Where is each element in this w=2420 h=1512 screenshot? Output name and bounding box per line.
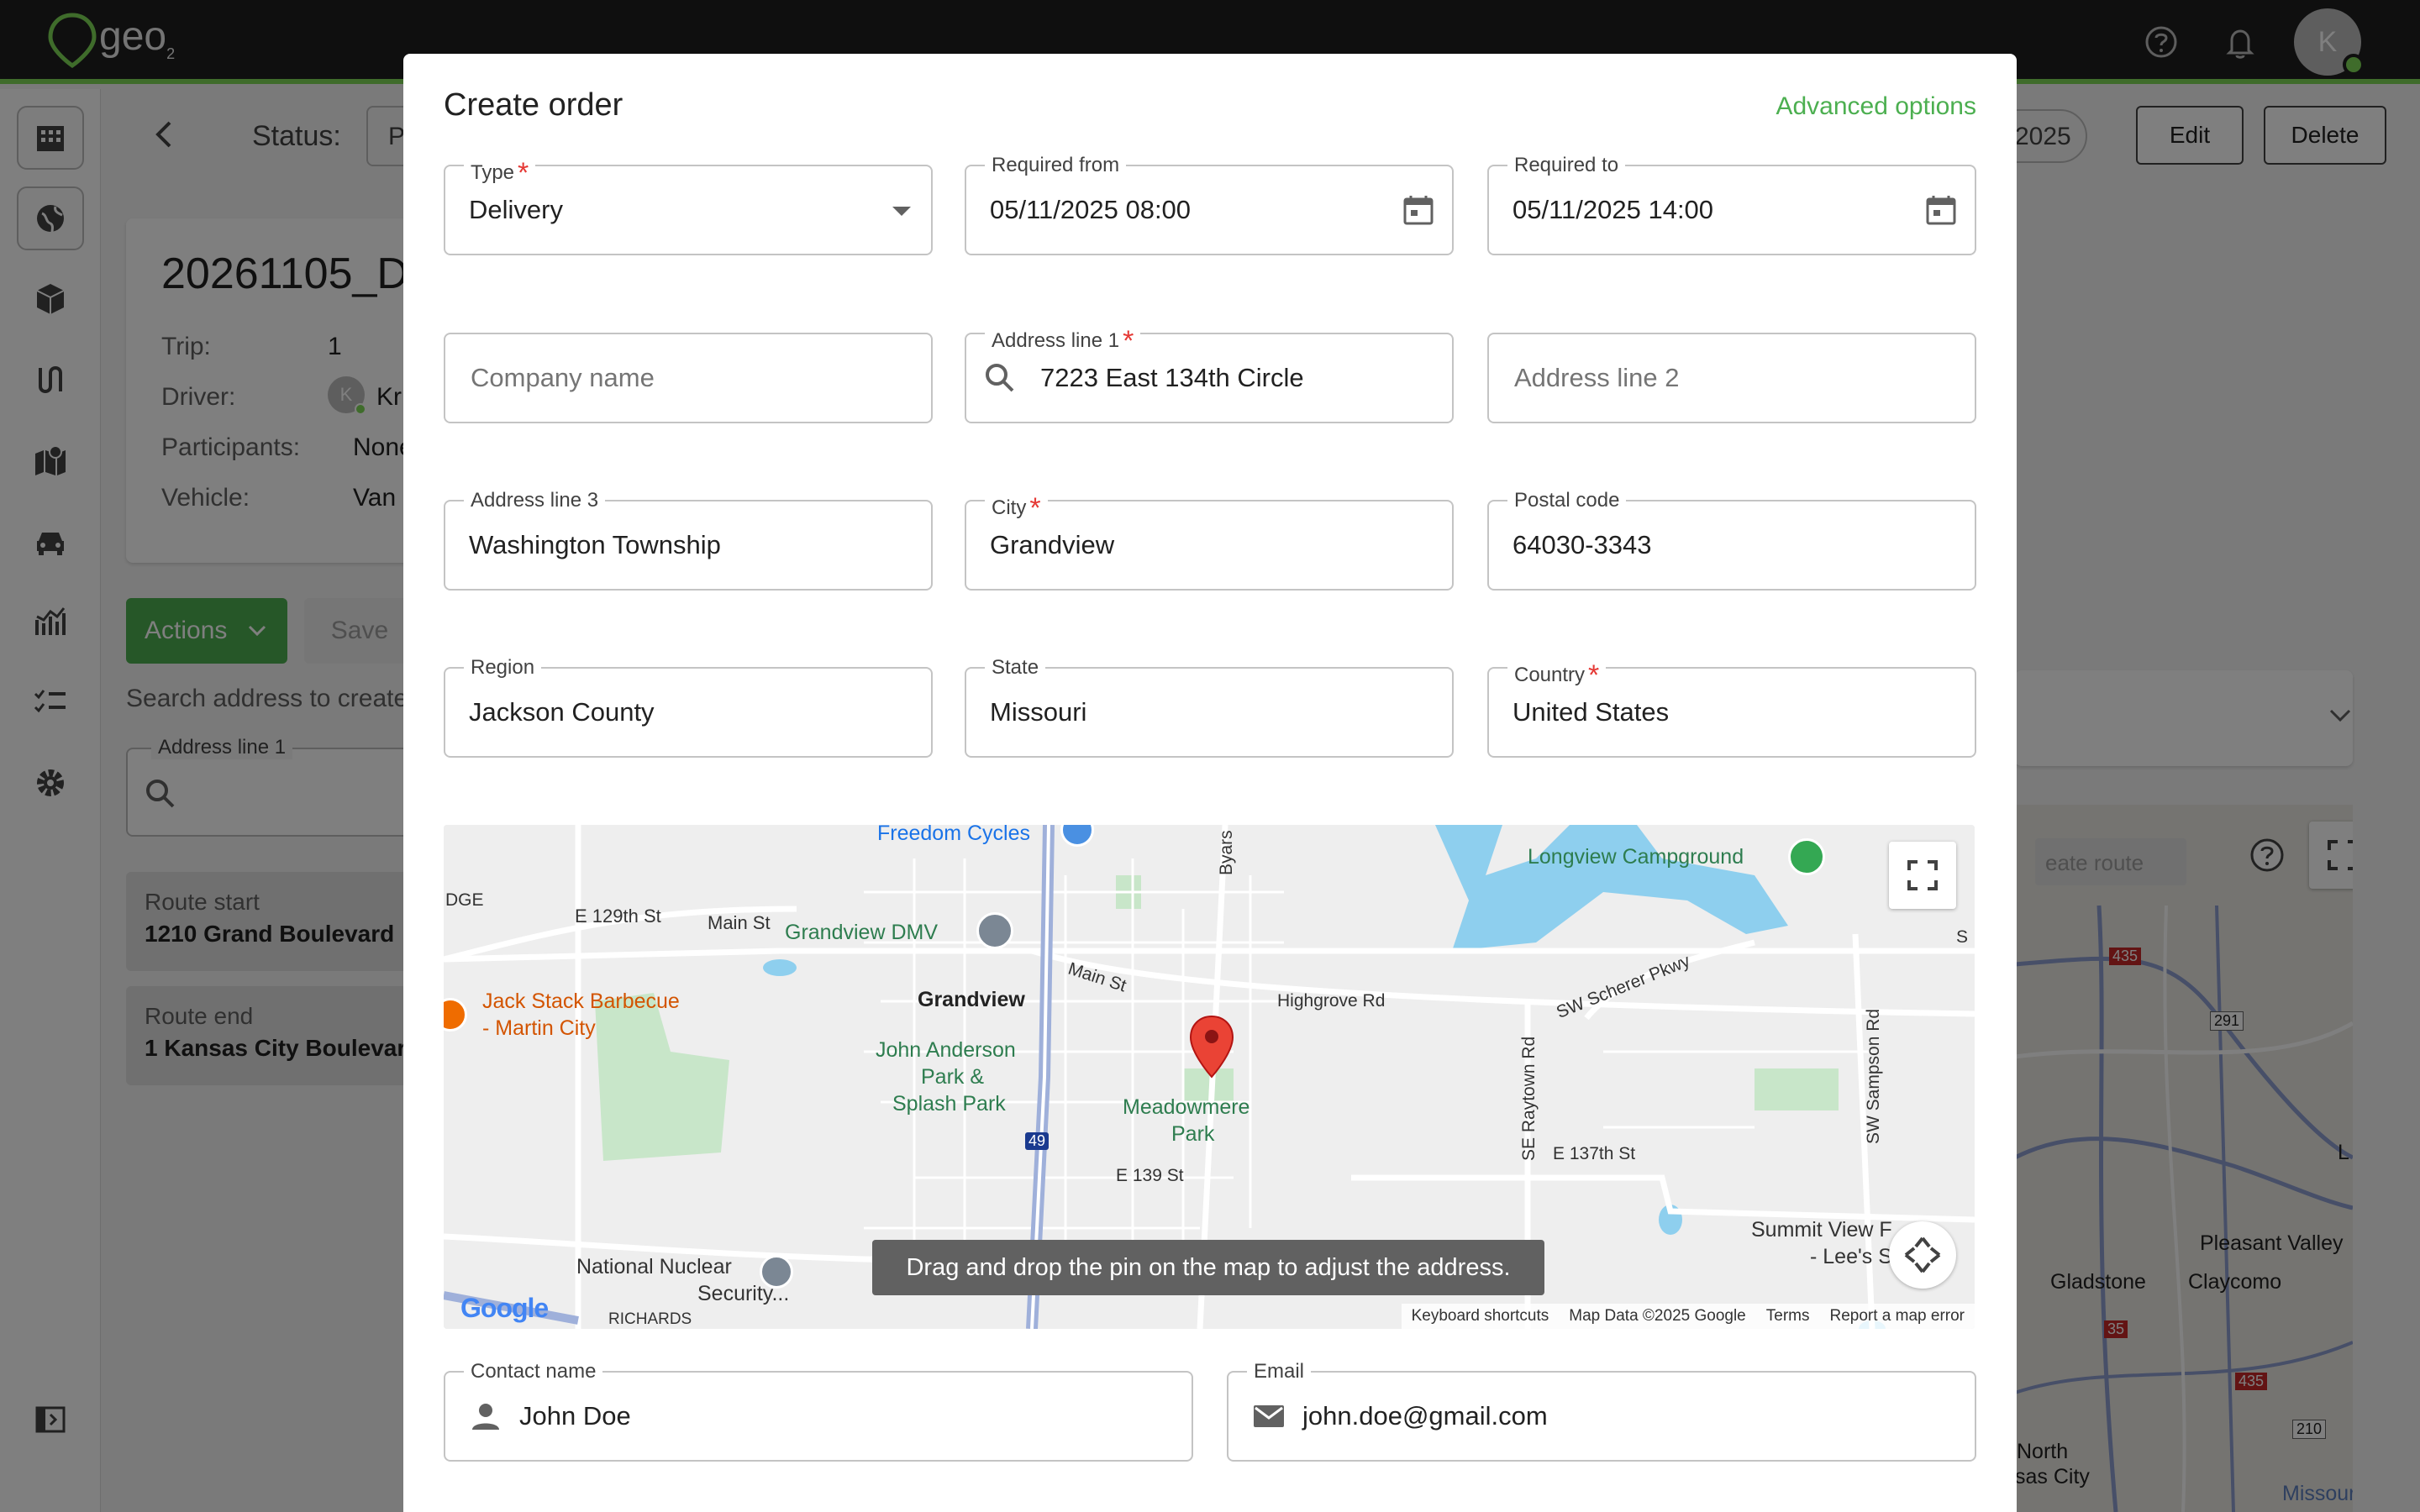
map-label-john-anderson: John Anderson	[876, 1038, 1016, 1062]
terms-link[interactable]: Terms	[1766, 1307, 1810, 1326]
map-data-credit: Map Data ©2025 Google	[1569, 1307, 1746, 1325]
postal-code-value: 64030-3343	[1512, 530, 1652, 559]
fullscreen-icon	[1907, 860, 1938, 890]
region-label: Region	[464, 656, 542, 680]
map-label-splash-park: Splash Park	[892, 1092, 1006, 1116]
map-label-summit-view: Summit View F	[1751, 1218, 1892, 1242]
city-label: City *	[985, 489, 1048, 524]
map-label-national-nuclear: National Nuclear	[576, 1255, 732, 1278]
map-label-e139: E 139 St	[1116, 1166, 1184, 1185]
address-map[interactable]: Freedom Cycles Byars Rd Longview Campgro…	[444, 825, 1975, 1329]
country-input[interactable]: Country * United States	[1487, 656, 1976, 758]
interstate-49-shield: 49	[1025, 1132, 1050, 1150]
map-label-byars-rd: Byars Rd	[1217, 825, 1236, 875]
campground-marker-icon[interactable]	[1788, 838, 1825, 875]
type-value: Delivery	[469, 195, 563, 224]
contact-name-value: John Doe	[519, 1401, 631, 1431]
email-label: Email	[1247, 1360, 1312, 1383]
city-input[interactable]: City * Grandview	[965, 489, 1454, 591]
map-label-freedom-cycles: Freedom Cycles	[877, 825, 1030, 845]
email-value: john.doe@gmail.com	[1302, 1401, 1548, 1431]
map-label-main-st: Main St	[708, 912, 771, 933]
contact-name-input[interactable]: Contact name John Doe	[444, 1360, 1193, 1462]
required-from-label: Required from	[985, 154, 1127, 177]
required-from-value: 05/11/2025 08:00	[990, 195, 1192, 224]
advanced-options-link[interactable]: Advanced options	[1776, 92, 1976, 121]
state-label: State	[985, 656, 1046, 680]
map-label-meadowmere: Meadowmere	[1123, 1095, 1250, 1119]
government-marker-icon[interactable]	[760, 1255, 793, 1289]
mail-icon	[1254, 1405, 1284, 1427]
city-value: Grandview	[990, 530, 1115, 559]
map-label-longview-campground: Longview Campground	[1528, 845, 1744, 869]
address-line3-value: Washington Township	[469, 530, 721, 559]
email-input[interactable]: Email john.doe@gmail.com	[1227, 1360, 1976, 1462]
type-select[interactable]: Type * Delivery	[444, 154, 933, 255]
address-line2-input[interactable]: Address line 2	[1487, 333, 1976, 423]
google-logo: Google	[460, 1293, 549, 1323]
dialog-title: Create order	[444, 87, 623, 123]
country-label: Country *	[1507, 656, 1607, 691]
search-icon	[986, 364, 1014, 392]
required-from-input[interactable]: Required from 05/11/2025 08:00	[965, 154, 1454, 255]
contact-name-label: Contact name	[464, 1360, 603, 1383]
address-line2-placeholder: Address line 2	[1514, 363, 1680, 392]
calendar-icon[interactable]	[1400, 192, 1437, 228]
map-label-grandview-dmv: Grandview DMV	[785, 921, 938, 944]
postal-code-label: Postal code	[1507, 489, 1627, 512]
address-line1-input[interactable]: Address line 1 * 7223 East 134th Circle	[965, 322, 1454, 423]
map-label-e137th: E 137th St	[1553, 1144, 1636, 1163]
location-pin-icon[interactable]	[1188, 1015, 1235, 1079]
postal-code-input[interactable]: Postal code 64030-3343	[1487, 489, 1976, 591]
map-label-jack-stack: Jack Stack Barbecue	[482, 990, 680, 1013]
map-footer: Keyboard shortcuts Map Data ©2025 Google…	[1401, 1304, 1975, 1329]
map-label-highgrove-rd: Highgrove Rd	[1277, 991, 1386, 1011]
dropdown-caret-icon	[892, 207, 911, 216]
map-label-martin-city: - Martin City	[482, 1016, 596, 1040]
required-to-value: 05/11/2025 14:00	[1512, 195, 1714, 224]
company-name-input[interactable]: Company name	[444, 333, 933, 423]
required-to-label: Required to	[1507, 154, 1626, 177]
calendar-icon[interactable]	[1923, 192, 1960, 228]
map-label-richards: RICHARDS	[608, 1310, 692, 1328]
move-arrows-icon	[1904, 1236, 1941, 1273]
map-label-park-and: Park &	[921, 1065, 985, 1089]
company-name-placeholder: Company name	[471, 363, 655, 392]
map-label-s-edge: S	[1956, 927, 1969, 947]
map-pan-control[interactable]	[1889, 1221, 1956, 1289]
map-label-grandview: Grandview	[918, 988, 1025, 1011]
map-hint-toast: Drag and drop the pin on the map to adju…	[872, 1240, 1544, 1295]
keyboard-shortcuts-link[interactable]: Keyboard shortcuts	[1412, 1307, 1549, 1326]
person-icon	[472, 1404, 499, 1430]
map-label-sampson-rd: SW Sampson Rd	[1864, 1008, 1883, 1144]
map-label-e129th: E 129th St	[575, 906, 661, 927]
map-label-meadowmere-park: Park	[1171, 1122, 1215, 1146]
address-line1-value: 7223 East 134th Circle	[1040, 363, 1304, 392]
address-line3-label: Address line 3	[464, 489, 606, 512]
map-label-lees-summit: - Lee's S	[1810, 1245, 1892, 1268]
map-fullscreen-button[interactable]	[1889, 842, 1956, 909]
report-map-error-link[interactable]: Report a map error	[1829, 1307, 1965, 1326]
country-value: United States	[1512, 697, 1670, 727]
region-input[interactable]: Region Jackson County	[444, 656, 933, 758]
state-value: Missouri	[990, 697, 1087, 727]
address-line1-label: Address line 1 *	[985, 322, 1141, 357]
map-label-dge: DGE	[445, 890, 484, 910]
address-line3-input[interactable]: Address line 3 Washington Township	[444, 489, 933, 591]
state-input[interactable]: State Missouri	[965, 656, 1454, 758]
create-order-dialog: Create order Advanced options Type * Deli…	[403, 54, 2017, 1512]
required-to-input[interactable]: Required to 05/11/2025 14:00	[1487, 154, 1976, 255]
region-value: Jackson County	[469, 697, 655, 727]
dmv-marker-icon[interactable]	[976, 912, 1013, 949]
map-label-raytown-rd: SE Raytown Rd	[1519, 1036, 1539, 1161]
type-label: Type *	[464, 154, 536, 189]
